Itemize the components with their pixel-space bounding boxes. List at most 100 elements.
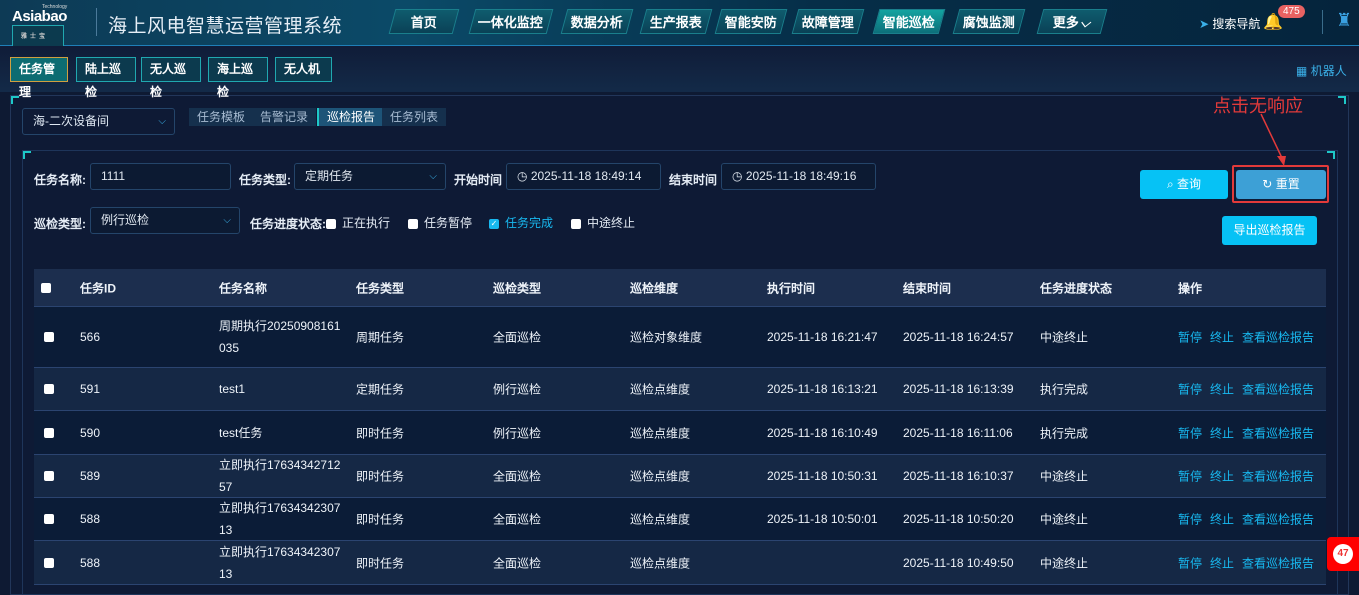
end-time-input[interactable]: ◷ 2025-11-18 18:49:16	[721, 163, 876, 190]
subnav-item-1[interactable]: 陆上巡检	[76, 57, 136, 82]
action-pause[interactable]: 暂停	[1178, 426, 1202, 440]
subnav-item-0[interactable]: 任务管理	[10, 57, 68, 82]
search-nav-link[interactable]: ➤ 搜索导航	[1199, 15, 1260, 32]
action-view-report[interactable]: 查看巡检报告	[1242, 470, 1314, 484]
divider	[1322, 10, 1323, 34]
subnav-item-2[interactable]: 无人巡检	[141, 57, 201, 82]
task-type-select[interactable]: 定期任务⌵	[294, 163, 446, 190]
start-time-value: 2025-11-18 18:49:14	[531, 169, 642, 183]
checkbox[interactable]	[326, 219, 336, 229]
row-checkbox[interactable]	[44, 514, 54, 524]
panel-tab-0[interactable]: 任务模板	[189, 108, 253, 126]
cell: 巡检对象维度	[630, 329, 702, 346]
task-name-label: 任务名称:	[34, 171, 86, 188]
panel-tab-1[interactable]: 告警记录	[252, 108, 316, 126]
nav-tab-6[interactable]: 智能巡检	[873, 9, 946, 34]
progress-option[interactable]: ✓ 任务完成	[489, 214, 553, 231]
corner-decoration	[11, 96, 19, 104]
panel-tab-2[interactable]: 巡检报告	[317, 108, 383, 126]
panel-tab-3[interactable]: 任务列表	[382, 108, 446, 126]
nav-tab-4[interactable]: 智能安防	[715, 9, 788, 34]
row-checkbox[interactable]	[44, 471, 54, 481]
action-stop[interactable]: 终止	[1210, 556, 1234, 570]
progress-option-label: 正在执行	[342, 216, 390, 230]
cell: 例行巡检	[493, 381, 541, 398]
cell: 全面巡检	[493, 554, 541, 571]
row-actions: 暂停终止查看巡检报告	[1178, 329, 1322, 346]
column-header: 任务类型	[356, 279, 404, 296]
annotation-highlight-box	[1232, 165, 1329, 203]
action-pause[interactable]: 暂停	[1178, 470, 1202, 484]
task-type-label: 任务类型:	[239, 171, 291, 188]
nav-tab-0[interactable]: 首页	[389, 9, 460, 34]
cell: 巡检点维度	[630, 468, 690, 485]
action-stop[interactable]: 终止	[1210, 383, 1234, 397]
inspect-type-select[interactable]: 例行巡检⌵	[90, 207, 240, 234]
nav-tab-8[interactable]: 更多⌵	[1037, 9, 1108, 34]
nav-tab-1[interactable]: 一体化监控	[469, 9, 554, 34]
nav-tab-7[interactable]: 腐蚀监测	[953, 9, 1026, 34]
cell: 周期任务	[356, 329, 404, 346]
cell: 中途终止	[1040, 554, 1088, 571]
divider	[96, 8, 97, 36]
nav-tab-3[interactable]: 生产报表	[640, 9, 713, 34]
nav-tab-label: 故障管理	[802, 10, 854, 35]
checkbox[interactable]: ✓	[489, 219, 499, 229]
action-pause[interactable]: 暂停	[1178, 556, 1202, 570]
action-view-report[interactable]: 查看巡检报告	[1242, 331, 1314, 345]
row-checkbox[interactable]	[44, 558, 54, 568]
action-view-report[interactable]: 查看巡检报告	[1242, 513, 1314, 527]
action-pause[interactable]: 暂停	[1178, 383, 1202, 397]
row-checkbox[interactable]	[44, 428, 54, 438]
progress-option[interactable]: 正在执行	[326, 214, 390, 231]
select-all-checkbox[interactable]	[41, 283, 51, 293]
column-header: 操作	[1178, 279, 1202, 296]
corner-decoration	[1338, 96, 1346, 104]
row-checkbox[interactable]	[44, 332, 54, 342]
action-view-report[interactable]: 查看巡检报告	[1242, 383, 1314, 397]
end-time-label: 结束时间	[669, 171, 717, 188]
cell: 执行完成	[1040, 424, 1088, 441]
floating-badge[interactable]: 47	[1327, 537, 1359, 571]
nav-tab-5[interactable]: 故障管理	[792, 9, 865, 34]
action-stop[interactable]: 终止	[1210, 470, 1234, 484]
cell: 立即执行1763434230713	[219, 497, 347, 541]
action-view-report[interactable]: 查看巡检报告	[1242, 556, 1314, 570]
nav-tab-2[interactable]: 数据分析	[561, 9, 634, 34]
action-stop[interactable]: 终止	[1210, 513, 1234, 527]
logo: Technology Asiabao 雅士宝科技	[12, 8, 64, 38]
query-button[interactable]: ⌕ 查询	[1140, 170, 1228, 199]
action-stop[interactable]: 终止	[1210, 426, 1234, 440]
cell: 即时任务	[356, 468, 404, 485]
row-actions: 暂停终止查看巡检报告	[1178, 554, 1322, 571]
task-name-input[interactable]: 1111	[90, 163, 231, 190]
column-header: 任务ID	[80, 279, 116, 296]
action-pause[interactable]: 暂停	[1178, 331, 1202, 345]
export-report-button[interactable]: 导出巡检报告	[1222, 216, 1317, 245]
subnav-item-4[interactable]: 无人机	[275, 57, 332, 82]
chevron-down-icon: ⌵	[158, 109, 166, 134]
column-header: 结束时间	[903, 279, 951, 296]
progress-option-label: 任务完成	[505, 216, 553, 230]
nav-tab-label: 腐蚀监测	[963, 10, 1015, 35]
action-stop[interactable]: 终止	[1210, 331, 1234, 345]
user-avatar-icon[interactable]: ♜	[1336, 10, 1359, 34]
column-header: 执行时间	[767, 279, 815, 296]
row-checkbox[interactable]	[44, 384, 54, 394]
station-select[interactable]: 海-二次设备间⌵	[22, 108, 175, 135]
progress-option[interactable]: 中途终止	[571, 214, 635, 231]
start-time-input[interactable]: ◷ 2025-11-18 18:49:14	[506, 163, 661, 190]
checkbox[interactable]	[571, 219, 581, 229]
cell: 巡检点维度	[630, 381, 690, 398]
action-pause[interactable]: 暂停	[1178, 513, 1202, 527]
cell: 定期任务	[356, 381, 404, 398]
subnav-item-3[interactable]: 海上巡检	[208, 57, 268, 82]
progress-option[interactable]: 任务暂停	[408, 214, 472, 231]
robot-link[interactable]: ▦ 机器人	[1296, 62, 1347, 79]
checkbox[interactable]	[408, 219, 418, 229]
cell: 566	[80, 330, 100, 344]
column-header: 任务进度状态	[1040, 279, 1112, 296]
query-label: 查询	[1177, 177, 1201, 191]
cell: 全面巡检	[493, 468, 541, 485]
action-view-report[interactable]: 查看巡检报告	[1242, 426, 1314, 440]
